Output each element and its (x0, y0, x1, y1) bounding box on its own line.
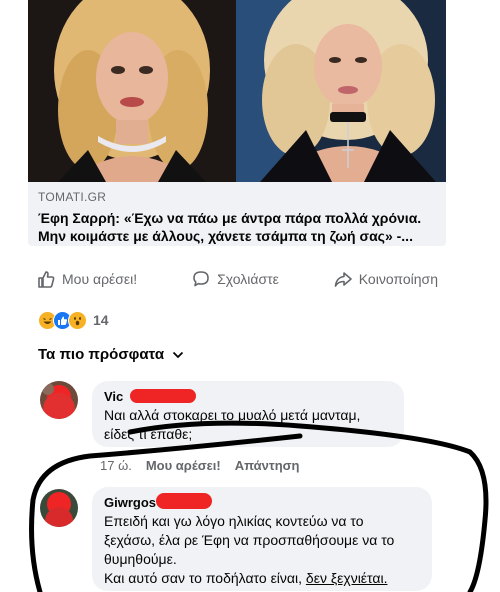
reaction-count: 14 (93, 312, 109, 328)
avatar[interactable] (40, 381, 78, 419)
preview-photo-left (28, 0, 236, 182)
like-button[interactable]: Μου αρέσει! (28, 269, 145, 289)
preview-photos (28, 0, 446, 182)
comment-label: Σχολιάστε (217, 271, 279, 287)
comment-author[interactable]: Vic (104, 389, 392, 404)
underlined-text: δεν ξεχνιέται. (305, 570, 388, 586)
comment-reply-button[interactable]: Απάντηση (235, 458, 300, 473)
avatar[interactable] (40, 489, 78, 527)
thumbs-up-icon (36, 269, 56, 289)
comment-bubble-icon (191, 269, 211, 289)
preview-photo-right (236, 0, 446, 182)
comment-timestamp: 17 ώ. (100, 458, 132, 473)
comment-like-button[interactable]: Μου αρέσει! (146, 458, 221, 473)
link-headline[interactable]: Έφη Σαρρή: «Έχω να πάω με άντρα πάρα πολ… (38, 209, 438, 245)
share-arrow-icon (333, 269, 353, 289)
redaction-mark (130, 389, 196, 403)
comment-author[interactable]: Giwrgos (104, 493, 420, 510)
comment-text: Ναι αλλά στοκαρει το μυαλό μετά μανταμ, … (104, 407, 361, 442)
link-preview-card[interactable]: TOMATI.GR Έφη Σαρρή: «Έχω να πάω με άντρ… (28, 0, 446, 246)
comment-text: Επειδή και γω λόγο ηλικίας κοντεύω να το… (104, 513, 395, 586)
redaction-mark (156, 493, 212, 509)
wow-icon (68, 310, 87, 330)
comment-bubble: Vic Ναι αλλά στοκαρει το μυαλό μετά μαντ… (92, 381, 404, 447)
comments-sort-dropdown[interactable]: Τα πιο πρόσφατα (38, 346, 184, 363)
chevron-down-icon (172, 346, 184, 363)
comment-meta: 17 ώ. Μου αρέσει! Απάντηση (100, 458, 299, 473)
share-button[interactable]: Κοινοποίηση (325, 269, 446, 289)
reactions-summary[interactable]: 14 (38, 309, 109, 331)
link-source: TOMATI.GR (38, 190, 107, 204)
post-action-bar: Μου αρέσει! Σχολιάστε Κοινοποίηση (28, 262, 446, 296)
sort-label: Τα πιο πρόσφατα (38, 346, 165, 363)
share-label: Κοινοποίηση (358, 271, 438, 287)
comment-bubble: Giwrgos Επειδή και γω λόγο ηλικίας κοντε… (92, 487, 432, 591)
comment-button[interactable]: Σχολιάστε (183, 269, 287, 289)
like-label: Μου αρέσει! (62, 271, 138, 287)
